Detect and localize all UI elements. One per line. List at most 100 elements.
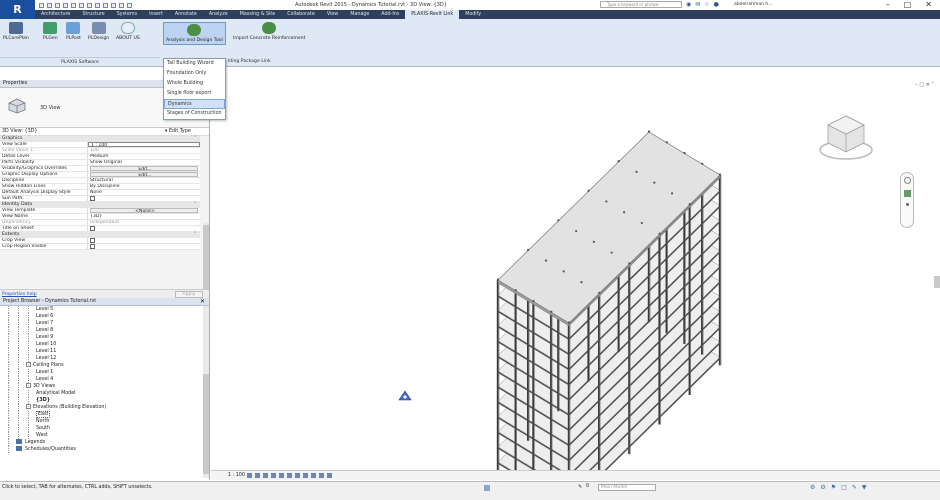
property-value[interactable]: 1 : 100 bbox=[88, 142, 200, 147]
3d-view-icon[interactable] bbox=[103, 3, 108, 8]
filter-icon[interactable]: ▼ bbox=[862, 484, 867, 491]
property-value[interactable]: Show Original bbox=[88, 160, 200, 165]
communication-icon[interactable]: ✉ bbox=[695, 1, 700, 8]
print-icon[interactable] bbox=[79, 3, 84, 8]
browser-node[interactable]: {3D} bbox=[0, 397, 209, 404]
shadows-icon[interactable] bbox=[271, 473, 276, 478]
browser-scrollbar[interactable] bbox=[203, 306, 209, 478]
search-input[interactable]: Type a keyword or phrase bbox=[600, 1, 682, 8]
render-icon[interactable] bbox=[279, 473, 284, 478]
menu-item-stages-of-construction[interactable]: Stages of Construction bbox=[164, 109, 225, 119]
property-checkbox[interactable] bbox=[90, 226, 95, 231]
workset-icon[interactable] bbox=[484, 485, 490, 491]
import-reinforcement-button[interactable]: Import Concrete Reinforcement bbox=[233, 22, 305, 41]
view-scrollbar[interactable] bbox=[934, 90, 940, 462]
tab-plaxis-revit-link[interactable]: PLAXIS-Revit Link bbox=[405, 10, 460, 19]
undo-icon[interactable] bbox=[63, 3, 68, 8]
browser-node[interactable]: Level 6 bbox=[0, 313, 209, 320]
browser-node[interactable]: Level 10 bbox=[0, 341, 209, 348]
tab-add-ins[interactable]: Add-Ins bbox=[375, 10, 405, 19]
browser-node[interactable]: Level 11 bbox=[0, 348, 209, 355]
section-icon[interactable] bbox=[111, 3, 116, 8]
property-value[interactable]: Edit... bbox=[90, 166, 198, 171]
instance-selector[interactable]: 3D View: {3D} ▾ Edit Type bbox=[0, 128, 209, 136]
tab-modify[interactable]: Modify bbox=[459, 10, 487, 19]
property-value[interactable] bbox=[88, 244, 200, 249]
browser-node[interactable]: Schedules/Quantities bbox=[0, 446, 209, 453]
close-icon[interactable]: ✕ bbox=[200, 298, 205, 306]
lock-view-icon[interactable] bbox=[303, 473, 308, 478]
editable-only-icon[interactable]: ✎ bbox=[578, 484, 582, 490]
browser-node[interactable]: Level 5 bbox=[0, 306, 209, 313]
temporary-hide-icon[interactable] bbox=[311, 473, 316, 478]
maximize-icon[interactable]: □ bbox=[904, 0, 912, 9]
property-category[interactable]: Extents ˄ bbox=[0, 232, 200, 238]
browser-node[interactable]: Level 9 bbox=[0, 334, 209, 341]
property-checkbox[interactable] bbox=[90, 196, 95, 201]
switch-windows-icon[interactable] bbox=[127, 3, 132, 8]
view-scale[interactable]: 1 : 100 bbox=[228, 473, 245, 478]
property-value[interactable] bbox=[88, 238, 200, 243]
browser-node[interactable]: Level 1 bbox=[0, 369, 209, 376]
browser-node[interactable]: South bbox=[0, 425, 209, 432]
pldesign-button[interactable]: PLDesign bbox=[88, 22, 109, 41]
property-checkbox[interactable] bbox=[90, 244, 95, 249]
crop-view-icon[interactable] bbox=[287, 473, 292, 478]
property-value[interactable]: None bbox=[88, 190, 200, 195]
tab-analyze[interactable]: Analyze bbox=[203, 10, 234, 19]
redo-icon[interactable] bbox=[71, 3, 76, 8]
browser-node[interactable]: Level 7 bbox=[0, 320, 209, 327]
browser-node[interactable]: Analytical Model bbox=[0, 390, 209, 397]
user-icon[interactable]: ● bbox=[714, 1, 719, 8]
detail-level-icon[interactable] bbox=[247, 473, 252, 478]
reveal-hidden-icon[interactable] bbox=[319, 473, 324, 478]
text-icon[interactable] bbox=[95, 3, 100, 8]
plpost-button[interactable]: PLPost bbox=[66, 22, 81, 41]
property-value[interactable]: By Discipline bbox=[88, 184, 200, 189]
browser-node[interactable]: West bbox=[0, 432, 209, 439]
close-hidden-icon[interactable] bbox=[119, 3, 124, 8]
property-value[interactable]: <None> bbox=[90, 208, 198, 213]
property-category[interactable]: Identity Data ˄ bbox=[0, 202, 200, 208]
browser-node[interactable]: Level 12 bbox=[0, 355, 209, 362]
sync-icon[interactable] bbox=[55, 3, 60, 8]
tab-view[interactable]: View bbox=[321, 10, 344, 19]
property-value[interactable] bbox=[88, 226, 200, 231]
binoculars-icon[interactable]: ◉ bbox=[686, 1, 691, 8]
collapse-icon[interactable]: - bbox=[26, 383, 31, 388]
active-model-select[interactable]: Main Model bbox=[598, 484, 656, 491]
scroll-thumb[interactable] bbox=[203, 374, 209, 474]
minimize-icon[interactable]: – bbox=[886, 0, 890, 9]
tab-manage[interactable]: Manage bbox=[344, 10, 375, 19]
menu-item-whole-building[interactable]: Whole Building bbox=[164, 79, 225, 89]
browser-node[interactable]: East bbox=[0, 411, 209, 418]
close-icon[interactable]: ✕ bbox=[925, 0, 932, 9]
browser-node[interactable]: Level 4 bbox=[0, 376, 209, 383]
tab-insert[interactable]: Insert bbox=[143, 10, 169, 19]
collapse-icon[interactable]: - bbox=[26, 404, 31, 409]
select-pinned-icon[interactable]: ⚑ bbox=[831, 484, 836, 491]
collapse-icon[interactable]: ˄ bbox=[194, 202, 196, 208]
visual-style-icon[interactable] bbox=[255, 473, 260, 478]
select-underlay-icon[interactable]: ⚙ bbox=[820, 484, 825, 491]
measure-icon[interactable] bbox=[87, 3, 92, 8]
browser-node[interactable]: - Ceiling Plans bbox=[0, 362, 209, 369]
tab-annotate[interactable]: Annotate bbox=[169, 10, 203, 19]
browser-node[interactable]: - Elevations (Building Elevation) bbox=[0, 404, 209, 411]
3d-view-canvas[interactable]: – □ ✕ ˄ 1 : 100 bbox=[211, 80, 940, 480]
tab-massing-site[interactable]: Massing & Site bbox=[234, 10, 282, 19]
property-value[interactable]: Structural bbox=[88, 178, 200, 183]
scroll-thumb[interactable] bbox=[934, 276, 940, 288]
property-checkbox[interactable] bbox=[90, 238, 95, 243]
browser-node[interactable]: -3D Views bbox=[0, 383, 209, 390]
sun-path-icon[interactable] bbox=[263, 473, 268, 478]
tab-architecture[interactable]: Architecture bbox=[35, 10, 76, 19]
user-name[interactable]: abdelrahman.h... bbox=[734, 2, 773, 7]
save-icon[interactable] bbox=[47, 3, 52, 8]
collapse-icon[interactable]: ˄ bbox=[194, 136, 196, 142]
tab-structure[interactable]: Structure bbox=[76, 10, 110, 19]
properties-help-link[interactable]: Properties help bbox=[2, 292, 37, 297]
tab-systems[interactable]: Systems bbox=[111, 10, 143, 19]
application-menu-button[interactable]: R bbox=[0, 0, 35, 19]
menu-item-foundation-only[interactable]: Foundation Only bbox=[164, 69, 225, 79]
